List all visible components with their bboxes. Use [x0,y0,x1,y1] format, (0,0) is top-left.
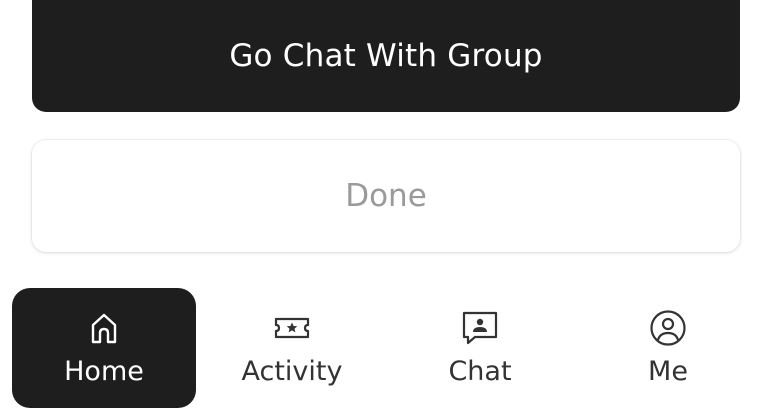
nav-item-home-label: Home [64,356,144,387]
app-screen: Go Chat With Group Done Home Activity Ch… [0,0,760,420]
nav-item-activity[interactable]: Activity [200,288,384,408]
nav-item-activity-label: Activity [241,356,343,387]
home-icon [91,313,117,344]
chat-contact-icon [462,311,498,345]
nav-item-me[interactable]: Me [576,288,760,408]
ticket-star-icon [274,317,310,339]
nav-item-me-label: Me [648,356,688,387]
nav-item-home[interactable]: Home [12,288,196,408]
done-button[interactable]: Done [32,140,740,252]
nav-item-chat[interactable]: Chat [388,288,572,408]
go-chat-with-group-button[interactable]: Go Chat With Group [32,0,740,112]
nav-item-chat-label: Chat [448,356,512,387]
user-circle-icon [650,310,686,346]
bottom-navigation-bar: Home Activity Chat Me [0,288,760,408]
